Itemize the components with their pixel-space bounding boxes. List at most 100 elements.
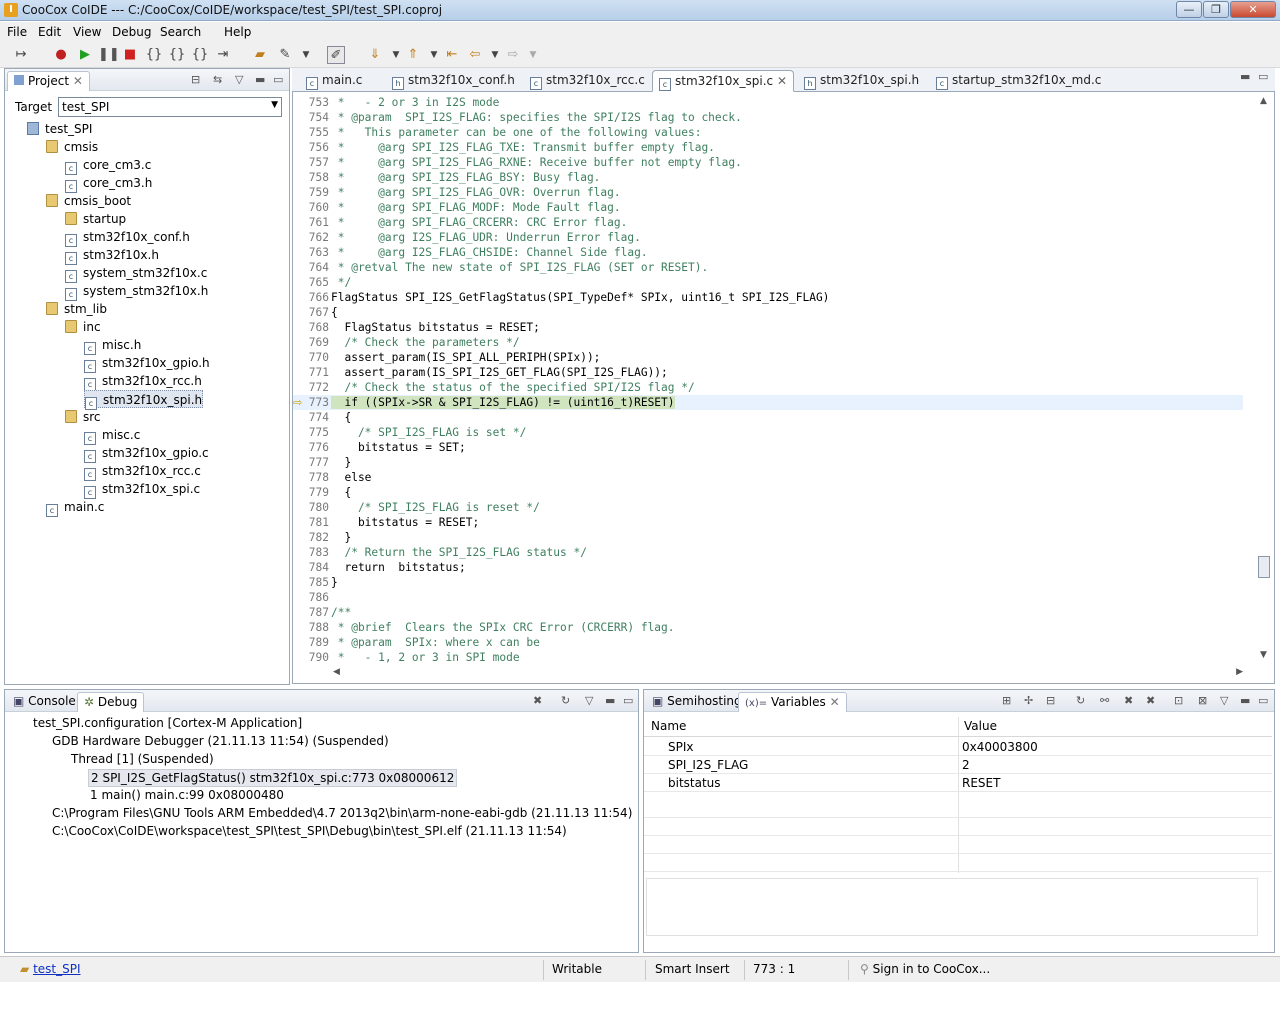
tree-item[interactable]: c stm32f10x_spi.c — [84, 480, 200, 499]
tree-item[interactable]: c stm32f10x_spi.h — [84, 390, 204, 410]
column-value[interactable]: Value — [964, 719, 997, 733]
view-menu-icon[interactable]: ▽ — [1220, 694, 1228, 707]
maximize-icon[interactable]: ▭ — [623, 694, 633, 707]
tree-item[interactable]: cmsis_boot — [46, 192, 131, 210]
chevron-down-icon[interactable]: ▼ — [486, 46, 504, 64]
debug-tree-item[interactable]: test_SPI.configuration [Cortex-M Applica… — [31, 715, 304, 733]
editor-tab[interactable]: c stm32f10x_rcc.c — [524, 70, 651, 92]
tools-icon[interactable]: ✎ — [276, 46, 294, 64]
debug-tree-item[interactable]: C:\Program Files\GNU Tools ARM Embedded\… — [50, 805, 634, 823]
tree-item[interactable]: test_SPI — [27, 120, 92, 138]
signin-status[interactable]: ⚲ Sign in to CooCox... — [860, 962, 990, 976]
signin-label[interactable]: Sign in to CooCox... — [873, 962, 991, 976]
editor-tab[interactable]: h stm32f10x_spi.h — [798, 70, 925, 92]
scroll-down-icon[interactable]: ▼ — [1260, 650, 1267, 660]
maximize-icon[interactable]: ▭ — [1258, 694, 1268, 707]
menu-edit[interactable]: Edit — [38, 25, 61, 39]
step-into-icon[interactable]: ↦ — [12, 46, 30, 64]
run-icon[interactable]: ▶ — [76, 46, 94, 64]
view-menu-icon[interactable]: ▽ — [585, 694, 593, 707]
collapse-all-icon[interactable]: ⊟ — [1046, 694, 1055, 707]
minimize-icon[interactable]: ▬ — [1240, 694, 1250, 707]
variable-row[interactable]: SPI_I2S_FLAG 2 — [644, 756, 1272, 774]
tree-item[interactable]: c stm32f10x.h — [65, 246, 159, 265]
project-status[interactable]: ▰ test_SPI — [20, 962, 81, 976]
editor-tab[interactable]: c main.c — [300, 70, 368, 92]
highlight-icon[interactable]: ✐ — [327, 46, 345, 64]
menu-file[interactable]: File — [7, 25, 27, 39]
debug-tree-item[interactable]: GDB Hardware Debugger (21.11.13 11:54) (… — [50, 733, 391, 751]
debug-tree-item[interactable]: Thread [1] (Suspended) — [69, 751, 216, 769]
close-icon[interactable]: ✕ — [73, 74, 83, 88]
menu-view[interactable]: View — [73, 25, 101, 39]
detail-pane[interactable] — [646, 878, 1258, 936]
tab-variables[interactable]: (x)= Variables ✕ — [738, 692, 847, 712]
tab-debug[interactable]: ✲ Debug — [77, 692, 145, 712]
scroll-right-icon[interactable]: ▶ — [1236, 667, 1243, 677]
chevron-down-icon[interactable]: ▼ — [387, 46, 405, 64]
minimize-icon[interactable]: ▬ — [255, 73, 265, 86]
editor-tab[interactable]: c startup_stm32f10x_md.c — [930, 70, 1107, 92]
tree-item[interactable]: c stm32f10x_conf.h — [65, 228, 190, 247]
variable-row[interactable]: bitstatus RESET — [644, 774, 1272, 792]
minimize-icon[interactable]: ▬ — [605, 694, 615, 707]
tree-item[interactable]: c stm32f10x_rcc.c — [84, 462, 201, 481]
tree-item[interactable]: c stm32f10x_gpio.h — [84, 354, 210, 373]
variable-value[interactable]: 0x40003800 — [962, 738, 1038, 756]
step-in-icon[interactable]: {} — [168, 46, 186, 64]
chevron-down-icon[interactable]: ▼ — [524, 46, 542, 64]
tree-item[interactable]: src — [65, 408, 101, 426]
code-editor[interactable]: 753 * - 2 or 3 in I2S mode 754 * @param S… — [292, 92, 1275, 684]
maximize-icon[interactable]: ▭ — [1258, 70, 1268, 83]
stop-icon[interactable]: ■ — [121, 46, 139, 64]
menu-help[interactable]: Help — [224, 25, 251, 39]
tree-item[interactable]: cmsis — [46, 138, 98, 156]
scroll-left-icon[interactable]: ◀ — [333, 667, 340, 677]
column-name[interactable]: Name — [651, 719, 686, 733]
menu-debug[interactable]: Debug — [112, 25, 151, 39]
refresh-icon[interactable]: ↻ — [1076, 694, 1085, 707]
tree-item[interactable]: c system_stm32f10x.h — [65, 282, 208, 301]
chevron-down-icon[interactable]: ▼ — [425, 46, 443, 64]
variable-row[interactable]: SPIx 0x40003800 — [644, 738, 1272, 756]
tree-item[interactable]: c stm32f10x_rcc.h — [84, 372, 202, 391]
project-link[interactable]: test_SPI — [33, 962, 80, 976]
menu-search[interactable]: Search — [160, 25, 201, 39]
tree-item[interactable]: c core_cm3.c — [65, 156, 151, 175]
open-icon[interactable]: ▰ — [251, 46, 269, 64]
pin-icon[interactable]: ⊠ — [1198, 694, 1207, 707]
tree-item[interactable]: stm_lib — [46, 300, 107, 318]
back-icon[interactable]: ⇦ — [466, 46, 484, 64]
tree-item[interactable]: inc — [65, 318, 101, 336]
step-out-icon[interactable]: {} — [191, 46, 209, 64]
last-edit-icon[interactable]: ⇤ — [443, 46, 461, 64]
forward-icon[interactable]: ⇨ — [504, 46, 522, 64]
tab-semihosting[interactable]: ▣ Semihosting — [646, 692, 748, 712]
close-icon[interactable]: ✕ — [830, 695, 840, 709]
variable-value[interactable]: RESET — [962, 774, 1000, 792]
tab-console[interactable]: ▣ Console — [7, 692, 82, 712]
tree-item[interactable]: c misc.h — [84, 336, 141, 355]
tree-item[interactable]: startup — [65, 210, 126, 228]
suspend-icon[interactable]: ❚❚ — [98, 46, 120, 64]
tree-item[interactable]: c misc.c — [84, 426, 140, 445]
new-view-icon[interactable]: ⊡ — [1174, 694, 1183, 707]
remove-all-icon[interactable]: ✖ — [1146, 694, 1155, 707]
debug-tree-item[interactable]: 2 SPI_I2S_GetFlagStatus() stm32f10x_spi.… — [88, 769, 458, 787]
scroll-thumb[interactable] — [1258, 556, 1270, 578]
editor-tab[interactable]: c stm32f10x_spi.c ✕ — [652, 70, 795, 92]
maximize-icon[interactable]: ▭ — [273, 73, 283, 86]
horizontal-scrollbar[interactable]: ◀ ▶ — [333, 667, 1243, 681]
debug-tree-item[interactable]: 1 main() main.c:99 0x08000480 — [88, 787, 286, 805]
view-menu-icon[interactable]: ▽ — [235, 73, 243, 86]
relaunch-icon[interactable]: ↻ — [561, 694, 570, 707]
next-annotation-icon[interactable]: ⇓ — [366, 46, 384, 64]
chevron-down-icon[interactable]: ▼ — [297, 46, 315, 64]
tree-item[interactable]: c main.c — [46, 498, 104, 517]
tree-item[interactable]: c system_stm32f10x.c — [65, 264, 207, 283]
step-over-icon[interactable]: {} — [145, 46, 163, 64]
step-return-icon[interactable]: ⇥ — [214, 46, 232, 64]
link-icon[interactable]: ⚯ — [1100, 694, 1109, 707]
target-select[interactable]: test_SPI ▼ — [58, 97, 282, 117]
minimize-icon[interactable]: ▬ — [1240, 70, 1250, 83]
